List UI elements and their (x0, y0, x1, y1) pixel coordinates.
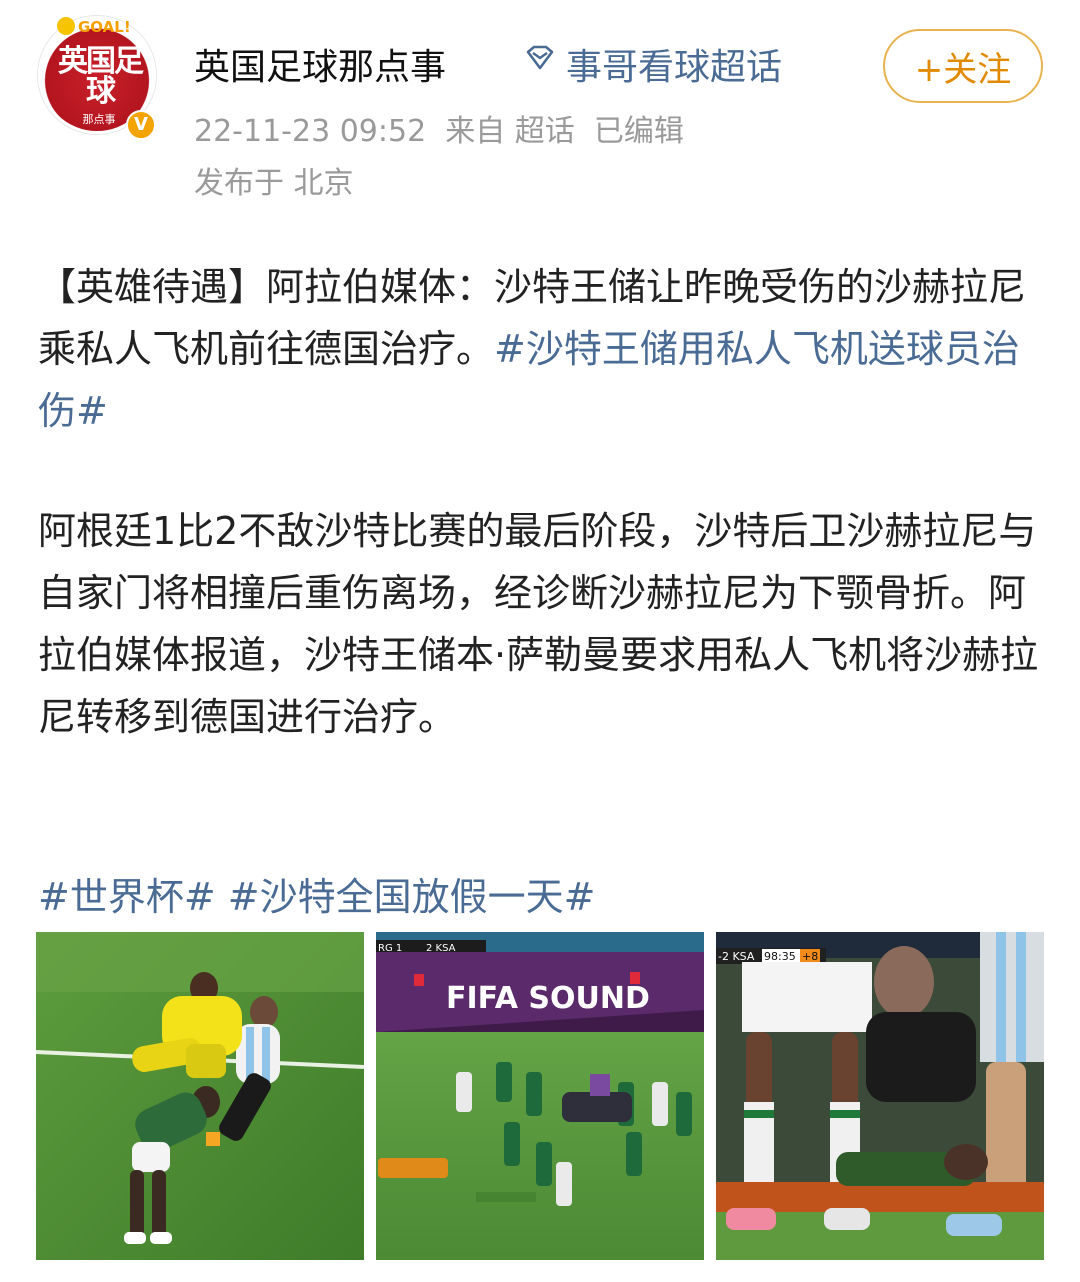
goal-badge-icon: GOAL! (57, 17, 131, 36)
photo3-clock: 98:35 (764, 950, 796, 963)
avatar[interactable]: 英国足球 那点事 GOAL! V (38, 12, 158, 144)
post-meta: 22-11-23 09:52 来自 超话 已编辑 (194, 106, 684, 150)
post-photo-3[interactable]: -2 KSA 98:35 +8 (716, 932, 1044, 1260)
post-paragraph-2: 阿根廷1比2不敌沙特比赛的最后阶段，沙特后卫沙赫拉尼与自家门将相撞后重伤离场，经… (38, 509, 1039, 739)
post-timestamp: 22-11-23 09:52 (194, 114, 427, 149)
post-source[interactable]: 来自 超话 (445, 114, 575, 149)
super-topic-link[interactable]: 事哥看球超话 (566, 38, 782, 90)
avatar-logo-subtext: 那点事 (82, 113, 116, 126)
topic-link-holiday[interactable]: #沙特全国放假一天# (228, 875, 596, 919)
verified-badge-icon: V (126, 110, 156, 140)
photo2-banner-text: FIFA SOUND (446, 981, 650, 1016)
post-topics: #世界杯# #沙特全国放假一天# (38, 866, 1048, 928)
user-name[interactable]: 英国足球那点事 (194, 38, 446, 90)
post-photo-1[interactable] (36, 932, 364, 1260)
photo3-added-time: +8 (802, 950, 818, 963)
photo3-score: -2 KSA (718, 950, 755, 963)
follow-button-label: +关注 (914, 49, 1012, 90)
post-photo-2[interactable]: RG 1 2 KSA FIFA SOUND (376, 932, 704, 1260)
topic-link-world-cup[interactable]: #世界杯# (38, 875, 216, 919)
post-edited-label[interactable]: 已编辑 (594, 114, 684, 149)
follow-button[interactable]: +关注 (883, 29, 1043, 103)
post-paragraph-1: 【英雄待遇】阿拉伯媒体：沙特王储让昨晚受伤的沙赫拉尼乘私人飞机前往德国治疗。#沙… (38, 256, 1048, 442)
super-topic-diamond-icon (526, 45, 554, 70)
avatar-goal-text: GOAL! (78, 18, 131, 36)
avatar-logo-text: 英国足球 (58, 44, 144, 109)
post-location: 发布于 北京 (194, 166, 354, 201)
